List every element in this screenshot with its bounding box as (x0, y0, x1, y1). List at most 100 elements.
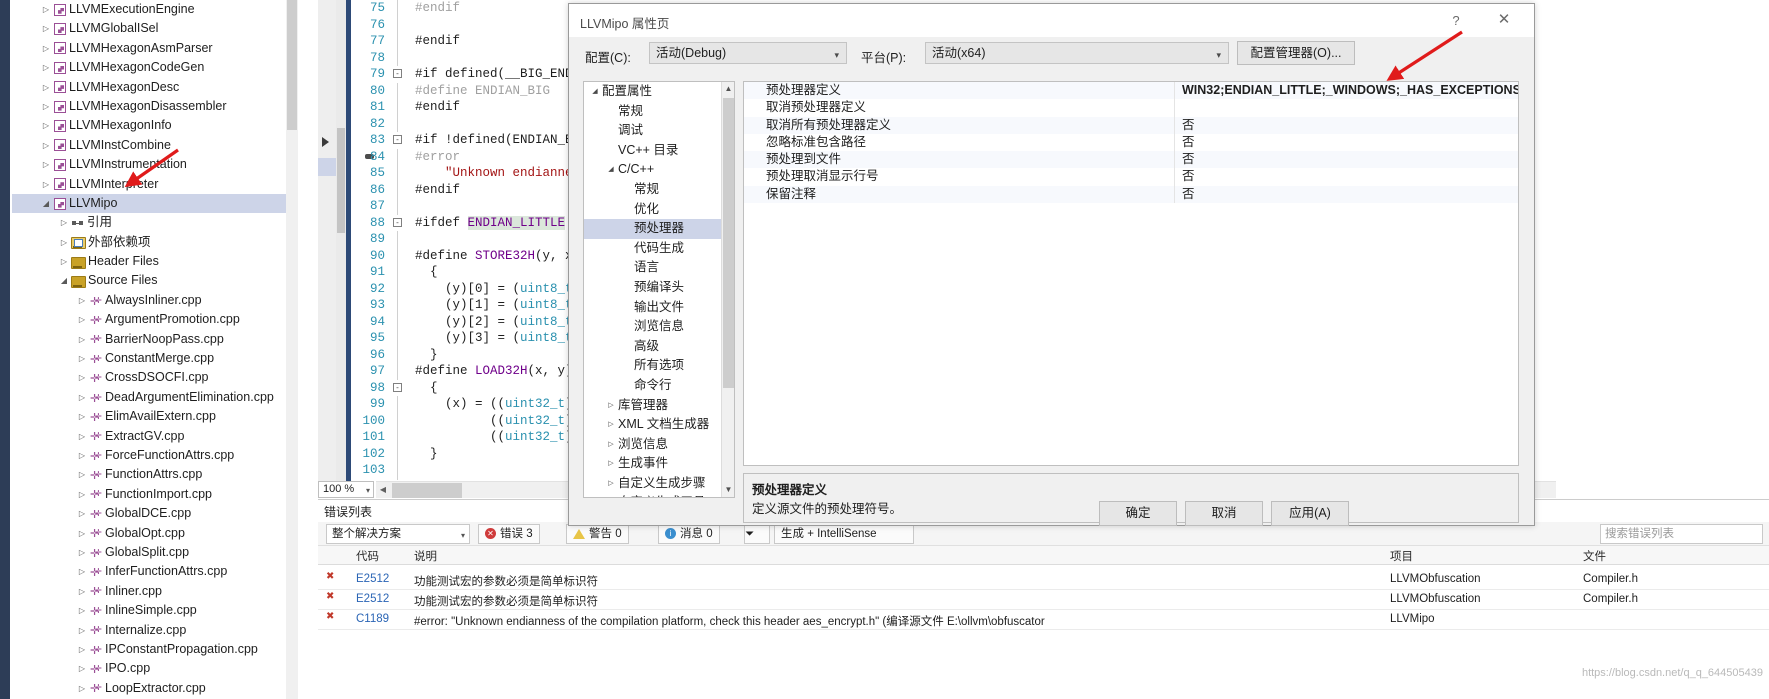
solution-explorer-item[interactable]: ▷ LLVMGlobalISel (12, 19, 298, 38)
solution-explorer-item[interactable]: ▷ ElimAvailExtern.cpp (12, 407, 298, 428)
solution-explorer-item[interactable]: ▷ LLVMExecutionEngine (12, 0, 298, 19)
chevron-collapsed-icon[interactable]: ▷ (604, 493, 618, 497)
column-header-file[interactable]: 文件 (1583, 548, 1606, 564)
chevron-collapsed-icon[interactable]: ▷ (604, 396, 618, 416)
solution-explorer-item[interactable]: ▷ 外部依赖项 (12, 233, 298, 252)
solution-explorer-item[interactable]: ▷ ForceFunctionAttrs.cpp (12, 446, 298, 467)
scope-filter-combo[interactable]: 整个解决方案 ▾ (326, 524, 470, 544)
solution-explorer-scroll-thumb[interactable] (287, 0, 297, 130)
solution-explorer-item[interactable]: ▷ AlwaysInliner.cpp (12, 291, 298, 312)
dialog-tree-item[interactable]: 语言 (584, 258, 734, 278)
chevron-collapsed-icon[interactable]: ▷ (76, 407, 88, 426)
dialog-tree-item[interactable]: ◢ 配置属性 (584, 82, 734, 102)
scroll-left-icon[interactable]: ◀ (376, 482, 390, 499)
chevron-collapsed-icon[interactable]: ▷ (40, 136, 52, 155)
error-list-row[interactable]: E2512 功能测试宏的参数必须是简单标识符 LLVMObfuscation Comp… (318, 590, 1769, 610)
chevron-collapsed-icon[interactable]: ▷ (76, 524, 88, 543)
chevron-collapsed-icon[interactable]: ▷ (604, 435, 618, 455)
chevron-collapsed-icon[interactable]: ▷ (58, 233, 70, 252)
solution-explorer-item[interactable]: ▷ Inliner.cpp (12, 581, 298, 602)
solution-explorer-item[interactable]: ▷ IPConstantPropagation.cpp (12, 640, 298, 661)
dialog-tree-item[interactable]: 高级 (584, 337, 734, 357)
property-row[interactable]: 预处理到文件 否 (744, 151, 1518, 169)
solution-explorer-item[interactable]: ▷ GlobalDCE.cpp (12, 504, 298, 525)
chevron-collapsed-icon[interactable]: ▷ (76, 446, 88, 465)
property-value[interactable]: 否 (1182, 186, 1195, 203)
chevron-collapsed-icon[interactable]: ▷ (40, 0, 52, 19)
errors-toggle-button[interactable]: ✕ 错误 3 (478, 524, 540, 544)
dialog-tree-item[interactable]: 优化 (584, 200, 734, 220)
chevron-collapsed-icon[interactable]: ▷ (76, 388, 88, 407)
chevron-expanded-icon[interactable]: ◢ (40, 194, 52, 213)
close-icon[interactable]: ✕ (1482, 10, 1526, 32)
dialog-tree-item[interactable]: 常规 (584, 180, 734, 200)
error-list-row[interactable]: E2512 功能测试宏的参数必须是简单标识符 LLVMObfuscation Comp… (318, 570, 1769, 590)
property-value[interactable]: 否 (1182, 151, 1195, 168)
scroll-down-icon[interactable]: ▼ (722, 483, 734, 497)
messages-toggle-button[interactable]: i 消息 0 (658, 524, 720, 544)
solution-explorer-item[interactable]: ▷ ArgumentPromotion.cpp (12, 310, 298, 331)
solution-explorer-item[interactable]: ▷ LLVMHexagonAsmParser (12, 39, 298, 58)
chevron-collapsed-icon[interactable]: ▷ (76, 543, 88, 562)
editor-zoom-combo[interactable]: 100 % ▾ (318, 481, 374, 498)
solution-explorer-item[interactable]: ▷ BarrierNoopPass.cpp (12, 329, 298, 350)
chevron-collapsed-icon[interactable]: ▷ (76, 310, 88, 329)
property-value[interactable]: 否 (1182, 117, 1195, 134)
search-errors-input[interactable]: 搜索错误列表 (1600, 524, 1763, 544)
chevron-collapsed-icon[interactable]: ▷ (76, 621, 88, 640)
chevron-collapsed-icon[interactable]: ▷ (76, 640, 88, 659)
chevron-collapsed-icon[interactable]: ▷ (604, 415, 618, 435)
build-filter-combo[interactable]: 生成 + IntelliSense (774, 524, 914, 544)
chevron-collapsed-icon[interactable]: ▷ (58, 252, 70, 271)
editor-hscroll-thumb[interactable] (392, 483, 462, 498)
chevron-collapsed-icon[interactable]: ▷ (40, 58, 52, 77)
solution-explorer-item[interactable]: ▷ GlobalSplit.cpp (12, 543, 298, 564)
dialog-tree-item[interactable]: 命令行 (584, 376, 734, 396)
filter-button[interactable]: ⏷ (744, 524, 770, 544)
error-code[interactable]: C1189 (356, 613, 389, 625)
scroll-up-icon[interactable]: ▲ (722, 82, 734, 96)
property-row[interactable]: 预处理器定义 WIN32;ENDIAN_LITTLE;_WINDOWS;_HAS_… (744, 82, 1518, 100)
chevron-collapsed-icon[interactable]: ▷ (604, 474, 618, 494)
solution-explorer-item[interactable]: ▷ GlobalOpt.cpp (12, 523, 298, 544)
solution-explorer-item[interactable]: ▷ ExtractGV.cpp (12, 426, 298, 447)
dialog-tree-item[interactable]: 所有选项 (584, 356, 734, 376)
dialog-tree-item[interactable]: ▷ 浏览信息 (584, 435, 734, 455)
solution-explorer-item[interactable]: ▷ InferFunctionAttrs.cpp (12, 562, 298, 583)
chevron-collapsed-icon[interactable]: ▷ (40, 19, 52, 38)
solution-explorer-item[interactable]: ▷ Internalize.cpp (12, 620, 298, 641)
dialog-tree-item[interactable]: ▷自定义生成工具 (584, 493, 734, 497)
solution-explorer-scrollbar[interactable] (286, 0, 298, 699)
dialog-tree-scroll-thumb[interactable] (723, 98, 734, 388)
ok-button[interactable]: 确定 (1099, 501, 1177, 526)
solution-explorer-item[interactable]: ▷ FunctionAttrs.cpp (12, 465, 298, 486)
chevron-collapsed-icon[interactable]: ▷ (76, 330, 88, 349)
chevron-collapsed-icon[interactable]: ▷ (76, 582, 88, 601)
chevron-collapsed-icon[interactable]: ▷ (604, 454, 618, 474)
chevron-collapsed-icon[interactable]: ▷ (40, 97, 52, 116)
property-value[interactable]: 否 (1182, 134, 1195, 151)
editor-scroll-thumb[interactable] (337, 128, 345, 233)
solution-explorer-item[interactable]: ▷ LoopExtractor.cpp (12, 678, 298, 699)
dialog-tree-item[interactable]: ◢ C/C++ (584, 160, 734, 180)
solution-explorer-item[interactable]: ▷ LLVMHexagonCodeGen (12, 58, 298, 77)
solution-explorer-item[interactable]: ▷ CrossDSOCFI.cpp (12, 368, 298, 389)
column-header-project[interactable]: 项目 (1390, 548, 1413, 564)
property-row[interactable]: 取消所有预处理器定义 否 (744, 116, 1518, 134)
code-fold-toggle-icon[interactable]: - (393, 135, 402, 144)
config-manager-button[interactable]: 配置管理器(O)... (1237, 41, 1355, 65)
dialog-tree-scrollbar[interactable]: ▲ ▼ (721, 82, 734, 497)
property-row[interactable]: 取消预处理器定义 (744, 99, 1518, 117)
property-row[interactable]: 预处理取消显示行号 否 (744, 168, 1518, 186)
code-fold-toggle-icon[interactable]: - (393, 382, 402, 392)
dialog-tree-item[interactable]: 预编译头 (584, 278, 734, 298)
cancel-button[interactable]: 取消 (1185, 501, 1263, 526)
chevron-collapsed-icon[interactable]: ▷ (40, 116, 52, 135)
configuration-combo[interactable]: 活动(Debug) ▾ (649, 42, 847, 64)
chevron-collapsed-icon[interactable]: ▷ (76, 562, 88, 581)
platform-combo[interactable]: 活动(x64) ▾ (925, 42, 1229, 64)
chevron-expanded-icon[interactable]: ◢ (604, 160, 618, 180)
code-fold-toggle-icon[interactable]: - (393, 69, 402, 78)
chevron-collapsed-icon[interactable]: ▷ (40, 175, 52, 194)
column-header-description[interactable]: 说明 (414, 548, 437, 564)
